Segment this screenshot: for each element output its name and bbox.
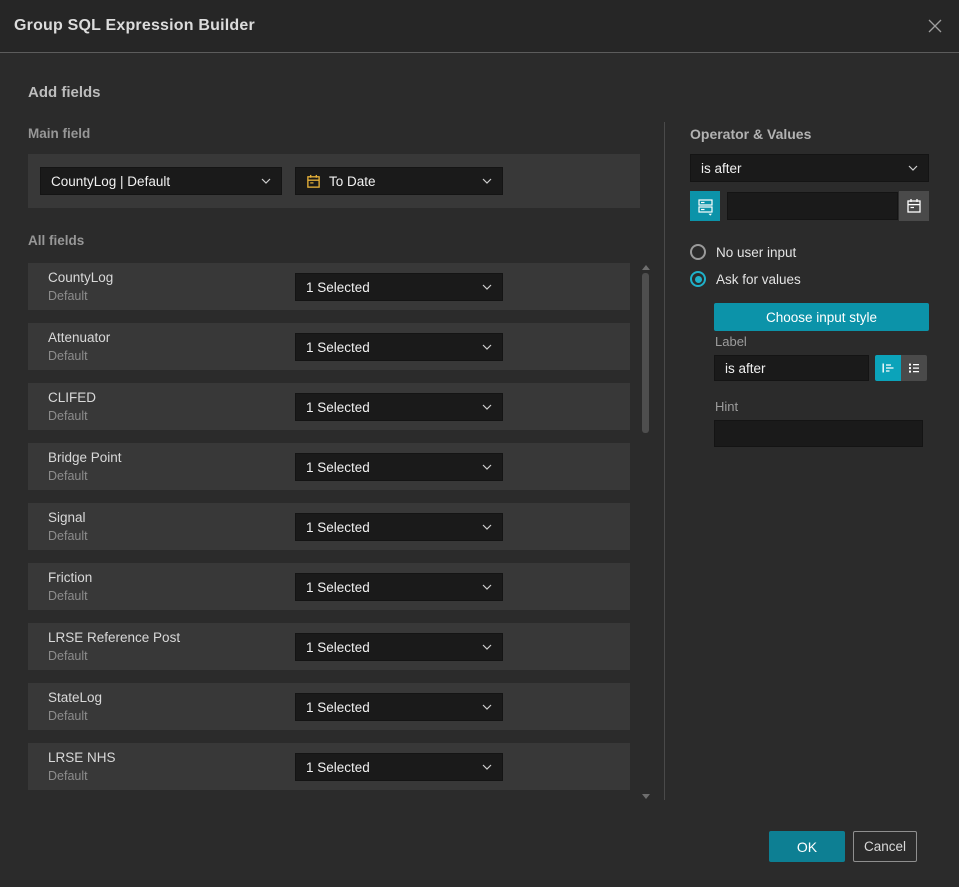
field-selected-dropdown-label: 1 Selected: [306, 579, 370, 595]
field-selected-dropdown-label: 1 Selected: [306, 459, 370, 475]
value-type-button[interactable]: [690, 191, 720, 221]
chevron-down-icon: [482, 704, 492, 710]
field-row: StateLog Default 1 Selected: [28, 683, 630, 730]
operator-values-heading: Operator & Values: [690, 126, 812, 142]
chevron-down-icon: [908, 165, 918, 171]
calendar-icon: [306, 174, 321, 189]
radio-no-user-input[interactable]: No user input: [690, 244, 796, 260]
field-selected-dropdown-label: 1 Selected: [306, 399, 370, 415]
align-left-icon: [882, 363, 894, 373]
dialog-title: Group SQL Expression Builder: [14, 17, 255, 34]
field-selected-dropdown[interactable]: 1 Selected: [295, 753, 503, 781]
value-list-icon: [697, 198, 713, 216]
main-field-select[interactable]: CountyLog | Default: [40, 167, 282, 195]
field-selected-dropdown[interactable]: 1 Selected: [295, 573, 503, 601]
all-fields-label: All fields: [28, 233, 85, 248]
calendar-icon: [907, 199, 921, 213]
main-field-date-select[interactable]: To Date: [295, 167, 503, 195]
chevron-down-icon: [482, 404, 492, 410]
field-selected-dropdown[interactable]: 1 Selected: [295, 633, 503, 661]
main-field-panel: CountyLog | Default To Date: [28, 154, 640, 208]
radio-no-user-input-label: No user input: [716, 244, 797, 260]
value-input[interactable]: [727, 192, 898, 220]
chevron-down-icon: [482, 764, 492, 770]
close-icon[interactable]: [921, 13, 949, 41]
scrollbar-thumb[interactable]: [642, 273, 649, 433]
field-row: Bridge Point Default 1 Selected: [28, 443, 630, 490]
operator-select[interactable]: is after: [690, 154, 929, 182]
field-row: Attenuator Default 1 Selected: [28, 323, 630, 370]
label-field-label: Label: [715, 334, 747, 349]
date-picker-button[interactable]: [899, 191, 929, 221]
list-style-button[interactable]: [901, 355, 927, 381]
field-selected-dropdown-label: 1 Selected: [306, 519, 370, 535]
field-selected-dropdown-label: 1 Selected: [306, 639, 370, 655]
radio-ask-for-values[interactable]: Ask for values: [690, 271, 801, 287]
field-selected-dropdown-label: 1 Selected: [306, 759, 370, 775]
field-selected-dropdown-label: 1 Selected: [306, 699, 370, 715]
field-row: Signal Default 1 Selected: [28, 503, 630, 550]
titlebar: Group SQL Expression Builder: [0, 0, 959, 53]
field-selected-dropdown[interactable]: 1 Selected: [295, 513, 503, 541]
field-selected-dropdown[interactable]: 1 Selected: [295, 453, 503, 481]
main-field-select-value: CountyLog | Default: [51, 173, 171, 189]
choose-input-style-button[interactable]: Choose input style: [714, 303, 929, 331]
field-row: LRSE Reference Post Default 1 Selected: [28, 623, 630, 670]
radio-circle-selected[interactable]: [690, 271, 706, 287]
field-selected-dropdown[interactable]: 1 Selected: [295, 693, 503, 721]
hint-input[interactable]: [714, 420, 923, 447]
input-style-segmented-control: [875, 355, 927, 381]
all-fields-list: CountyLog Default 1 Selected Attenuator …: [28, 263, 630, 803]
chevron-down-icon: [482, 584, 492, 590]
radio-ask-for-values-label: Ask for values: [716, 271, 801, 287]
field-selected-dropdown-label: 1 Selected: [306, 339, 370, 355]
add-fields-heading: Add fields: [28, 84, 101, 101]
chevron-down-icon: [482, 644, 492, 650]
chevron-down-icon: [482, 284, 492, 290]
field-selected-dropdown[interactable]: 1 Selected: [295, 333, 503, 361]
single-line-style-button[interactable]: [875, 355, 901, 381]
hint-field-label: Hint: [715, 399, 739, 414]
field-selected-dropdown[interactable]: 1 Selected: [295, 273, 503, 301]
operator-select-value: is after: [701, 160, 742, 176]
chevron-down-icon: [261, 178, 271, 184]
scrollbar-down-arrow[interactable]: [642, 794, 650, 799]
all-fields-scrollbar[interactable]: [641, 262, 651, 802]
cancel-button[interactable]: Cancel: [853, 831, 917, 862]
close-x-glyph: [928, 19, 942, 32]
date-select-value: To Date: [329, 173, 376, 189]
ok-button[interactable]: OK: [769, 831, 845, 862]
field-row: Friction Default 1 Selected: [28, 563, 630, 610]
label-input[interactable]: [714, 355, 869, 381]
field-row: CLIFED Default 1 Selected: [28, 383, 630, 430]
vertical-divider: [664, 122, 665, 800]
field-selected-dropdown-label: 1 Selected: [306, 279, 370, 295]
chevron-down-icon: [482, 178, 492, 184]
field-row: LRSE NHS Default 1 Selected: [28, 743, 630, 790]
radio-circle-unselected[interactable]: [690, 244, 706, 260]
main-field-label: Main field: [28, 126, 91, 141]
scrollbar-up-arrow[interactable]: [642, 265, 650, 270]
group-sql-expression-builder-dialog: Group SQL Expression Builder Add fields …: [0, 0, 959, 887]
field-row: CountyLog Default 1 Selected: [28, 263, 630, 310]
chevron-down-icon: [482, 524, 492, 530]
bulleted-list-icon: [909, 363, 919, 373]
chevron-down-icon: [482, 344, 492, 350]
chevron-down-icon: [482, 464, 492, 470]
field-selected-dropdown[interactable]: 1 Selected: [295, 393, 503, 421]
